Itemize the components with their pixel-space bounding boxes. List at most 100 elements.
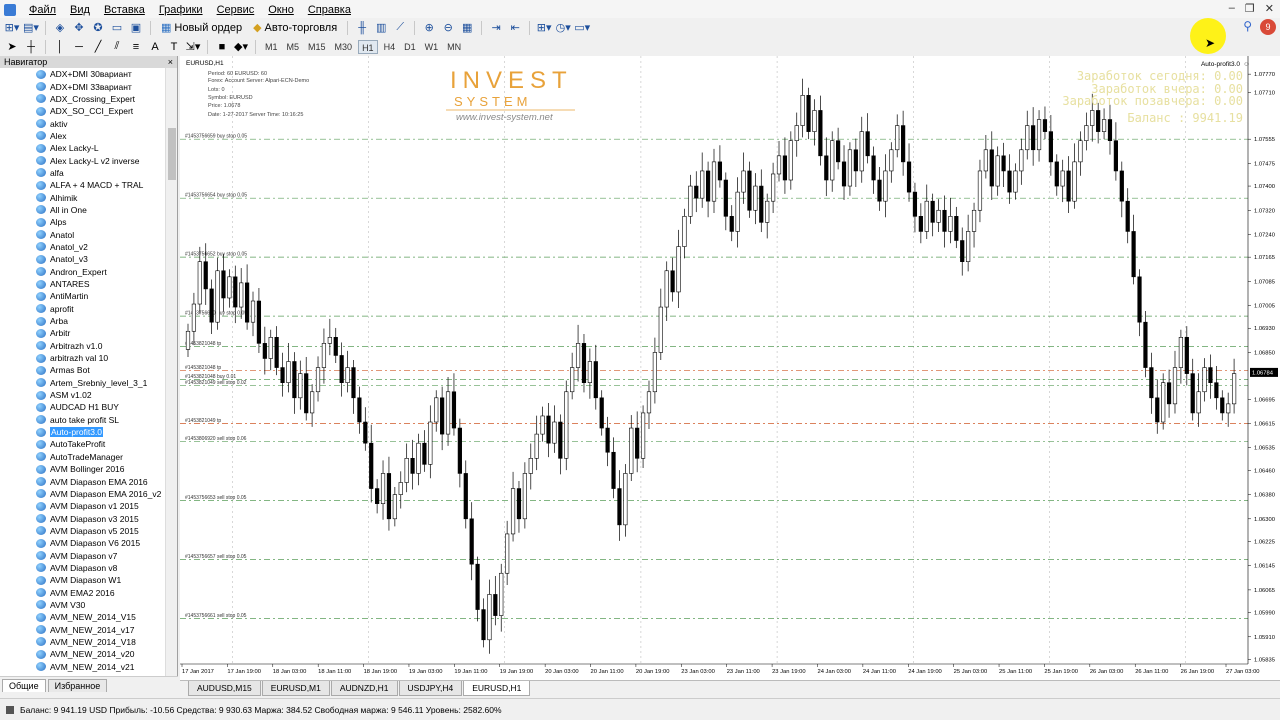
- menu-insert[interactable]: Вставка: [97, 0, 152, 20]
- navigator-expert-item[interactable]: AutoTakeProfit: [0, 438, 166, 450]
- navigator-expert-item[interactable]: AVM Diapason V6 2015: [0, 537, 166, 549]
- chart-tab[interactable]: AUDUSD,M15: [188, 681, 261, 696]
- navigator-expert-item[interactable]: aprofit: [0, 303, 166, 315]
- terminal-icon[interactable]: ▭: [109, 20, 125, 36]
- navigator-expert-item[interactable]: ADX_SO_CCI_Expert: [0, 105, 166, 117]
- navigator-expert-item[interactable]: All in One: [0, 204, 166, 216]
- timeframe-h4[interactable]: H4: [381, 40, 399, 54]
- price-chart[interactable]: #1453756659 buy stop 0.05 #1453756654 buy…: [180, 56, 1280, 680]
- horizontal-line-icon[interactable]: ─: [71, 39, 87, 55]
- notification-badge-icon[interactable]: 9: [1260, 19, 1276, 35]
- navigator-expert-item[interactable]: Anatol_v3: [0, 253, 166, 265]
- maximize-icon[interactable]: ❐: [1245, 2, 1255, 15]
- navigator-expert-item[interactable]: Alex Lacky-L v2 inverse: [0, 154, 166, 166]
- navigator-expert-item[interactable]: Arba: [0, 315, 166, 327]
- chart-tab[interactable]: USDJPY,H4: [398, 681, 463, 696]
- chart-area[interactable]: #1453756659 buy stop 0.05 #1453756654 buy…: [180, 56, 1280, 680]
- navigator-icon[interactable]: ✪: [90, 20, 106, 36]
- navigator-expert-item[interactable]: ADX+DMI 33вариант: [0, 80, 166, 92]
- navigator-expert-item[interactable]: AVM_NEW_2014_v17: [0, 623, 166, 635]
- navigator-expert-item[interactable]: AVM Diapason v8: [0, 562, 166, 574]
- navigator-expert-item[interactable]: AVM_NEW_2014_v20: [0, 648, 166, 660]
- navigator-expert-item[interactable]: AVM EMA2 2016: [0, 586, 166, 598]
- navigator-expert-item[interactable]: AVM V30: [0, 599, 166, 611]
- navigator-expert-item[interactable]: Alex: [0, 130, 166, 142]
- navigator-expert-item[interactable]: ANTARES: [0, 278, 166, 290]
- navigator-expert-item[interactable]: AVM Diapason v1 2015: [0, 500, 166, 512]
- trendline-icon[interactable]: ╱: [90, 39, 106, 55]
- navigator-expert-item[interactable]: ADX+DMI 30вариант: [0, 68, 166, 80]
- arrows-icon[interactable]: ⇲▾: [185, 39, 201, 55]
- navigator-expert-item[interactable]: AUDCAD H1 BUY: [0, 401, 166, 413]
- auto-scroll-icon[interactable]: ⇤: [507, 20, 523, 36]
- text-icon[interactable]: A: [147, 39, 163, 55]
- navigator-expert-item[interactable]: Arbitrazh v1.0: [0, 340, 166, 352]
- navigator-expert-item[interactable]: Artem_Srebniy_level_3_1: [0, 377, 166, 389]
- new-order-button[interactable]: ▦ Новый ордер: [157, 20, 246, 36]
- navigator-expert-item[interactable]: Alhimik: [0, 191, 166, 203]
- navigator-expert-item[interactable]: AntiMartin: [0, 290, 166, 302]
- templates-icon[interactable]: ▭▾: [574, 20, 590, 36]
- profiles-icon[interactable]: ▤▾: [23, 20, 39, 36]
- data-window-icon[interactable]: ✥: [71, 20, 87, 36]
- vertical-line-icon[interactable]: │: [52, 39, 68, 55]
- navigator-expert-item[interactable]: Arbitr: [0, 327, 166, 339]
- navigator-expert-item[interactable]: Armas Bot: [0, 364, 166, 376]
- navigator-expert-item[interactable]: Alps: [0, 216, 166, 228]
- zoom-out-icon[interactable]: ⊖: [440, 20, 456, 36]
- navigator-expert-item[interactable]: Alex Lacky-L: [0, 142, 166, 154]
- chart-shift-icon[interactable]: ⇥: [488, 20, 504, 36]
- close-icon[interactable]: ×: [168, 57, 173, 67]
- timeframe-m30[interactable]: M30: [332, 40, 356, 54]
- search-icon[interactable]: ⚲: [1243, 19, 1252, 33]
- tab-favorites[interactable]: Избранное: [47, 679, 108, 692]
- line-chart-icon[interactable]: ⟋: [392, 20, 408, 36]
- menu-help[interactable]: Справка: [301, 0, 358, 20]
- menu-charts[interactable]: Графики: [152, 0, 210, 20]
- navigator-expert-item[interactable]: Andron_Expert: [0, 266, 166, 278]
- menu-file[interactable]: Файл: [22, 0, 63, 20]
- menu-window[interactable]: Окно: [261, 0, 301, 20]
- tile-windows-icon[interactable]: ▦: [459, 20, 475, 36]
- close-icon[interactable]: ✕: [1265, 2, 1274, 15]
- cursor-icon[interactable]: ➤: [4, 39, 20, 55]
- navigator-expert-item[interactable]: AVM Diapason v3 2015: [0, 512, 166, 524]
- navigator-expert-item[interactable]: AVM Diapason EMA 2016: [0, 475, 166, 487]
- navigator-scrollbar[interactable]: [165, 68, 177, 676]
- fibonacci-icon[interactable]: ≡: [128, 39, 144, 55]
- navigator-expert-item[interactable]: ALFA + 4 MACD + TRAL: [0, 179, 166, 191]
- navigator-expert-item[interactable]: AVM_NEW_2014_V15: [0, 611, 166, 623]
- navigator-expert-item[interactable]: ADX_Crossing_Expert: [0, 93, 166, 105]
- new-chart-icon[interactable]: ⊞▾: [4, 20, 20, 36]
- strategy-tester-icon[interactable]: ▣: [128, 20, 144, 36]
- tab-common[interactable]: Общие: [2, 679, 46, 692]
- navigator-expert-item[interactable]: Anatol_v2: [0, 241, 166, 253]
- candlestick-icon[interactable]: ▥: [373, 20, 389, 36]
- periods-icon[interactable]: ◷▾: [555, 20, 571, 36]
- navigator-expert-item[interactable]: arbitrazh val 10: [0, 352, 166, 364]
- menu-tools[interactable]: Сервис: [210, 0, 262, 20]
- navigator-expert-item[interactable]: alfa: [0, 167, 166, 179]
- navigator-expert-item[interactable]: AVM Diapason v5 2015: [0, 525, 166, 537]
- timeframe-mn[interactable]: MN: [444, 40, 464, 54]
- navigator-expert-item[interactable]: Anatol: [0, 228, 166, 240]
- navigator-expert-item[interactable]: AVM Diapason W1: [0, 574, 166, 586]
- minimize-icon[interactable]: –: [1229, 2, 1235, 15]
- timeframe-h1[interactable]: H1: [358, 39, 378, 54]
- navigator-expert-item[interactable]: AVM_NEW_2014_V18: [0, 636, 166, 648]
- crosshair-icon[interactable]: ┼: [23, 39, 39, 55]
- bar-chart-icon[interactable]: ╫: [354, 20, 370, 36]
- timeframe-d1[interactable]: D1: [401, 40, 419, 54]
- text-label-icon[interactable]: T: [166, 39, 182, 55]
- rectangle-icon[interactable]: ■: [214, 39, 230, 55]
- navigator-expert-item[interactable]: AVM Bollinger 2016: [0, 463, 166, 475]
- navigator-expert-item[interactable]: AVM_NEW_2014_v21: [0, 661, 166, 673]
- timeframe-m15[interactable]: M15: [305, 40, 329, 54]
- navigator-expert-item[interactable]: aktiv: [0, 117, 166, 129]
- shapes-icon[interactable]: ◆▾: [233, 39, 249, 55]
- menu-view[interactable]: Вид: [63, 0, 97, 20]
- navigator-expert-item[interactable]: Auto-profit3.0: [0, 426, 166, 438]
- navigator-expert-item[interactable]: auto take profit SL: [0, 414, 166, 426]
- zoom-in-icon[interactable]: ⊕: [421, 20, 437, 36]
- indicators-icon[interactable]: ⊞▾: [536, 20, 552, 36]
